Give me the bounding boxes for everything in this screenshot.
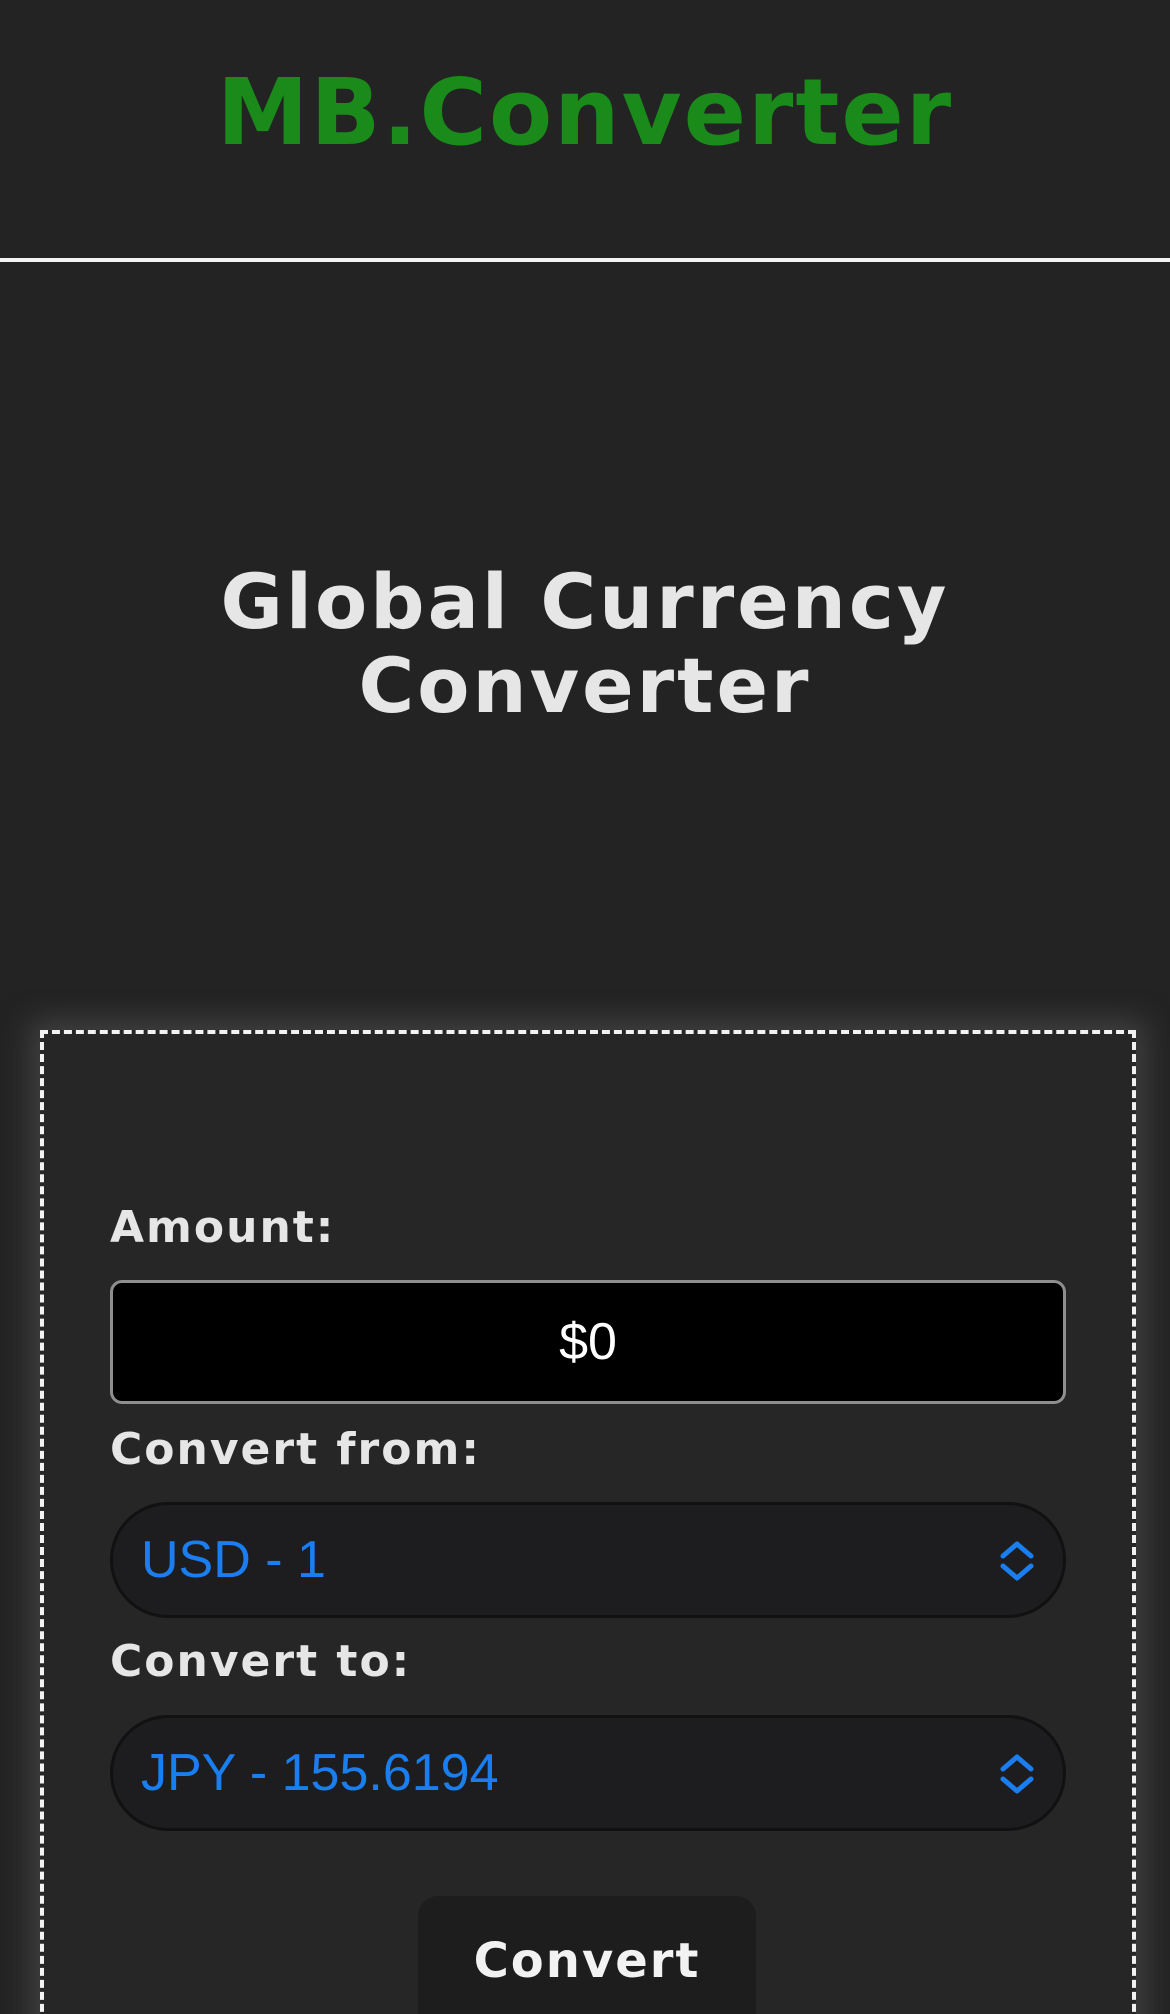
chevron-up-down-icon <box>1000 1541 1034 1581</box>
converter-card: Amount: $0 Convert from: USD - 1 Convert… <box>40 1030 1136 2014</box>
page-title-line-2: Converter <box>358 641 812 730</box>
brand-logo[interactable]: MB.Converter <box>217 59 953 166</box>
convert-from-value: USD - 1 <box>141 1531 326 1589</box>
convert-from-label: Convert from: <box>110 1424 481 1475</box>
header: MB.Converter <box>0 0 1170 258</box>
page-title: Global Currency Converter <box>0 560 1170 728</box>
convert-to-select[interactable]: JPY - 155.6194 <box>110 1715 1066 1831</box>
page: MB.Converter Global Currency Converter A… <box>0 0 1170 2014</box>
page-title-line-1: Global Currency <box>220 557 950 646</box>
chevron-up-down-icon <box>1000 1754 1034 1794</box>
convert-button[interactable]: Convert <box>418 1896 756 2014</box>
header-divider <box>0 258 1170 262</box>
amount-input[interactable]: $0 <box>110 1280 1066 1404</box>
convert-to-value: JPY - 155.6194 <box>141 1744 499 1802</box>
convert-to-label: Convert to: <box>110 1636 412 1687</box>
amount-label: Amount: <box>110 1202 336 1253</box>
convert-from-select[interactable]: USD - 1 <box>110 1502 1066 1618</box>
